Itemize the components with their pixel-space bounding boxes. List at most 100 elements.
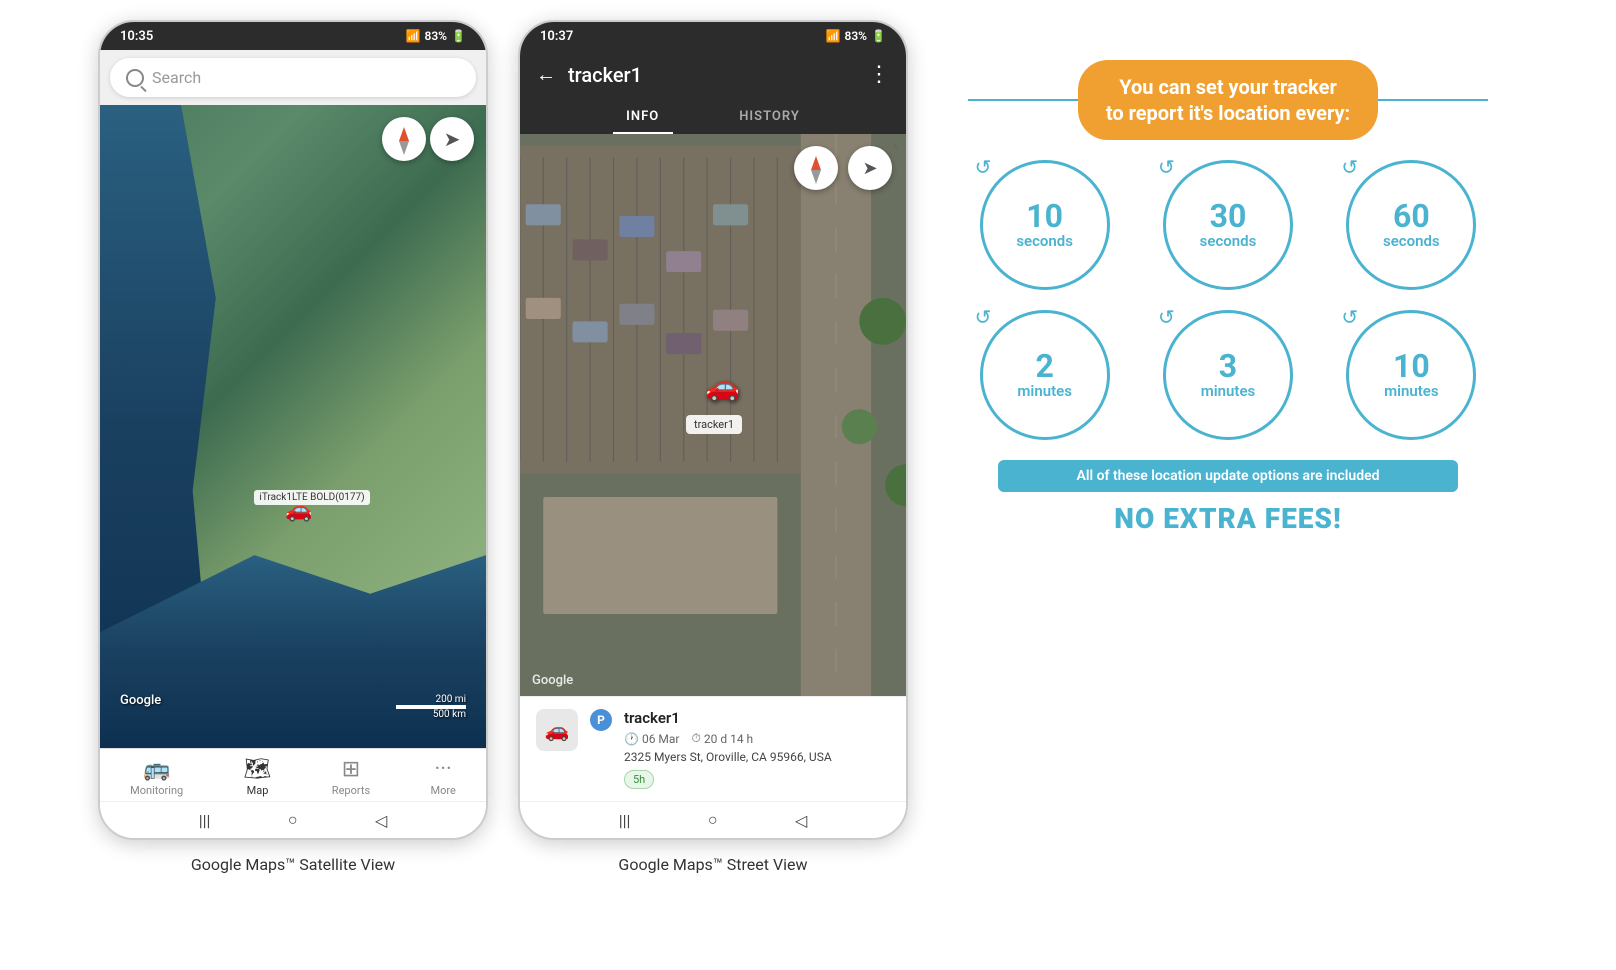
phone1-compass[interactable] — [382, 117, 426, 161]
nav-reports[interactable]: ⊞ Reports — [332, 757, 370, 797]
nav-map-label: Map — [247, 784, 269, 797]
phone2-android-home-btn[interactable]: ○ — [708, 810, 718, 830]
phone2-android-nav: ||| ○ ◁ — [520, 801, 906, 838]
no-fees-text: NO EXTRA FEES! — [1114, 502, 1341, 535]
phone2-location-btn[interactable]: ➤ — [848, 146, 892, 190]
phone1-bottom-nav: 🚌 Monitoring 🗺 Map ⊞ Reports ··· More — [100, 748, 486, 801]
phone2-battery: 83% — [844, 29, 867, 43]
circle-10sec-number: 10 — [1026, 200, 1063, 232]
nav-monitoring[interactable]: 🚌 Monitoring — [130, 757, 183, 797]
phone2-signal: 📶 — [826, 29, 841, 43]
circle-60sec-unit: seconds — [1383, 232, 1440, 250]
phone1-status-bar: 10:35 📶 83% 🔋 — [100, 22, 486, 50]
nav-more-label: More — [430, 784, 455, 797]
monitoring-icon: 🚌 — [143, 757, 170, 782]
phone1-signal: 📶 — [406, 29, 421, 43]
phone2-caption: Google Maps™ Street View — [618, 855, 807, 874]
arrow-60sec: ↺ — [1341, 155, 1363, 177]
circle-60sec-number: 60 — [1393, 200, 1430, 232]
back-arrow-btn[interactable]: ← — [536, 62, 556, 87]
phone2-container: 10:37 📶 83% 🔋 ← tracker1 ⋮ INFO HISTORY — [518, 20, 908, 874]
circle-10min: ↺ 10 minutes — [1346, 310, 1476, 440]
circle-3min-number: 3 — [1219, 350, 1237, 382]
circle-3min-unit: minutes — [1201, 382, 1256, 400]
phone1-container: 10:35 📶 83% 🔋 Search ➤ — [98, 20, 488, 874]
nav-map[interactable]: 🗺 Map — [244, 757, 272, 797]
clock-icon: 🕐 — [624, 732, 639, 746]
circle-10min-unit: minutes — [1384, 382, 1439, 400]
search-placeholder: Search — [152, 68, 201, 87]
tracker-title: tracker1 — [568, 63, 856, 87]
phone2-compass[interactable] — [794, 146, 838, 190]
circle-60sec: ↺ 60 seconds — [1346, 160, 1476, 290]
infographic-circles-grid: ↺ 10 seconds ↺ 30 seconds ↺ 60 seconds ↺… — [968, 160, 1488, 440]
circle-2min: ↺ 2 minutes — [980, 310, 1110, 440]
phone2-satellite-map[interactable]: ➤ 🚗 tracker1 ^ Google — [520, 134, 906, 696]
phone1-scale-bar: 200 mi 500 km — [396, 694, 466, 720]
reports-icon: ⊞ — [342, 757, 360, 782]
included-badge: All of these location update options are… — [998, 460, 1458, 492]
infographic-title-wrapper: You can set your tracker to report it's … — [968, 60, 1488, 140]
tracker-meta: 🕐 06 Mar ⏱ 20 d 14 h — [624, 731, 890, 746]
title-line-left — [968, 99, 1078, 101]
circle-2min-unit: minutes — [1017, 382, 1072, 400]
phone2-info-panel: 🚗 P tracker1 🕐 06 Mar ⏱ 20 d 14 h 2325 M… — [520, 696, 906, 801]
circle-10min-number: 10 — [1393, 350, 1430, 382]
circle-3min: ↺ 3 minutes — [1163, 310, 1293, 440]
search-icon — [126, 69, 144, 87]
tab-history[interactable]: HISTORY — [699, 99, 840, 134]
android-recent-btn[interactable]: ◁ — [375, 811, 387, 830]
phone2-tracker-bubble: tracker1 — [686, 415, 742, 434]
circle-30sec: ↺ 30 seconds — [1163, 160, 1293, 290]
android-home-btn[interactable]: ○ — [288, 810, 298, 830]
phone2-tracker-header: ← tracker1 ⋮ — [520, 50, 906, 99]
arrow-2min: ↺ — [975, 305, 997, 327]
circle-10sec: ↺ 10 seconds — [980, 160, 1110, 290]
phone1-search-area: Search — [100, 50, 486, 105]
phone1-location-btn[interactable]: ➤ — [430, 117, 474, 161]
arrow-30sec: ↺ — [1158, 155, 1180, 177]
map-icon: 🗺 — [244, 757, 272, 782]
phone2-location-icon: ➤ — [862, 158, 877, 179]
phone2-android-recent-btn[interactable]: ◁ — [795, 811, 807, 830]
phone2: 10:37 📶 83% 🔋 ← tracker1 ⋮ INFO HISTORY — [518, 20, 908, 840]
phone1-google-label: Google — [120, 693, 161, 708]
phone1-map[interactable]: ➤ iTrack1LTE BOLD(0177) 🚗 Google 200 mi … — [100, 105, 486, 748]
time-badge: 5h — [624, 770, 654, 789]
phone1-scale-200mi: 200 mi — [435, 694, 466, 705]
infographic-title: You can set your tracker to report it's … — [1078, 60, 1378, 140]
phone1-time: 10:35 — [120, 29, 153, 44]
phone2-battery-icon: 🔋 — [871, 29, 886, 43]
p-badge: P — [590, 709, 612, 731]
phone2-google-label: Google — [532, 673, 573, 688]
phone1: 10:35 📶 83% 🔋 Search ➤ — [98, 20, 488, 840]
infographic: You can set your tracker to report it's … — [938, 30, 1518, 565]
phone1-caption: Google Maps™ Satellite View — [191, 855, 395, 874]
android-back-btn[interactable]: ||| — [199, 811, 211, 830]
phone1-battery-icon: 🔋 — [451, 29, 466, 43]
meta-date: 🕐 06 Mar — [624, 731, 680, 746]
phone2-scroll-indicator: ^ — [892, 142, 898, 158]
tracker-car-icon: 🚗 — [536, 709, 578, 751]
circle-30sec-unit: seconds — [1200, 232, 1257, 250]
arrow-3min: ↺ — [1158, 305, 1180, 327]
circle-10sec-unit: seconds — [1016, 232, 1073, 250]
phone2-status-bar: 10:37 📶 83% 🔋 — [520, 22, 906, 50]
more-dots-btn[interactable]: ⋮ — [868, 62, 890, 87]
phone1-search-bar[interactable]: Search — [110, 58, 476, 97]
nav-reports-label: Reports — [332, 784, 370, 797]
more-icon: ··· — [435, 757, 452, 782]
location-icon: ➤ — [444, 127, 461, 151]
nav-monitoring-label: Monitoring — [130, 784, 183, 797]
phone1-battery: 83% — [424, 29, 447, 43]
circle-2min-number: 2 — [1035, 350, 1053, 382]
tracker-name: tracker1 — [624, 709, 890, 727]
nav-more[interactable]: ··· More — [430, 757, 455, 797]
title-line-right — [1378, 99, 1488, 101]
tracker-info-block: tracker1 🕐 06 Mar ⏱ 20 d 14 h 2325 Myers… — [624, 709, 890, 789]
phone2-android-back-btn[interactable]: ||| — [619, 811, 631, 830]
tab-info[interactable]: INFO — [586, 99, 699, 134]
phone1-tracker-pin: 🚗 — [285, 498, 312, 523]
arrow-10sec: ↺ — [975, 155, 997, 177]
tracker-address: 2325 Myers St, Oroville, CA 95966, USA — [624, 750, 890, 764]
